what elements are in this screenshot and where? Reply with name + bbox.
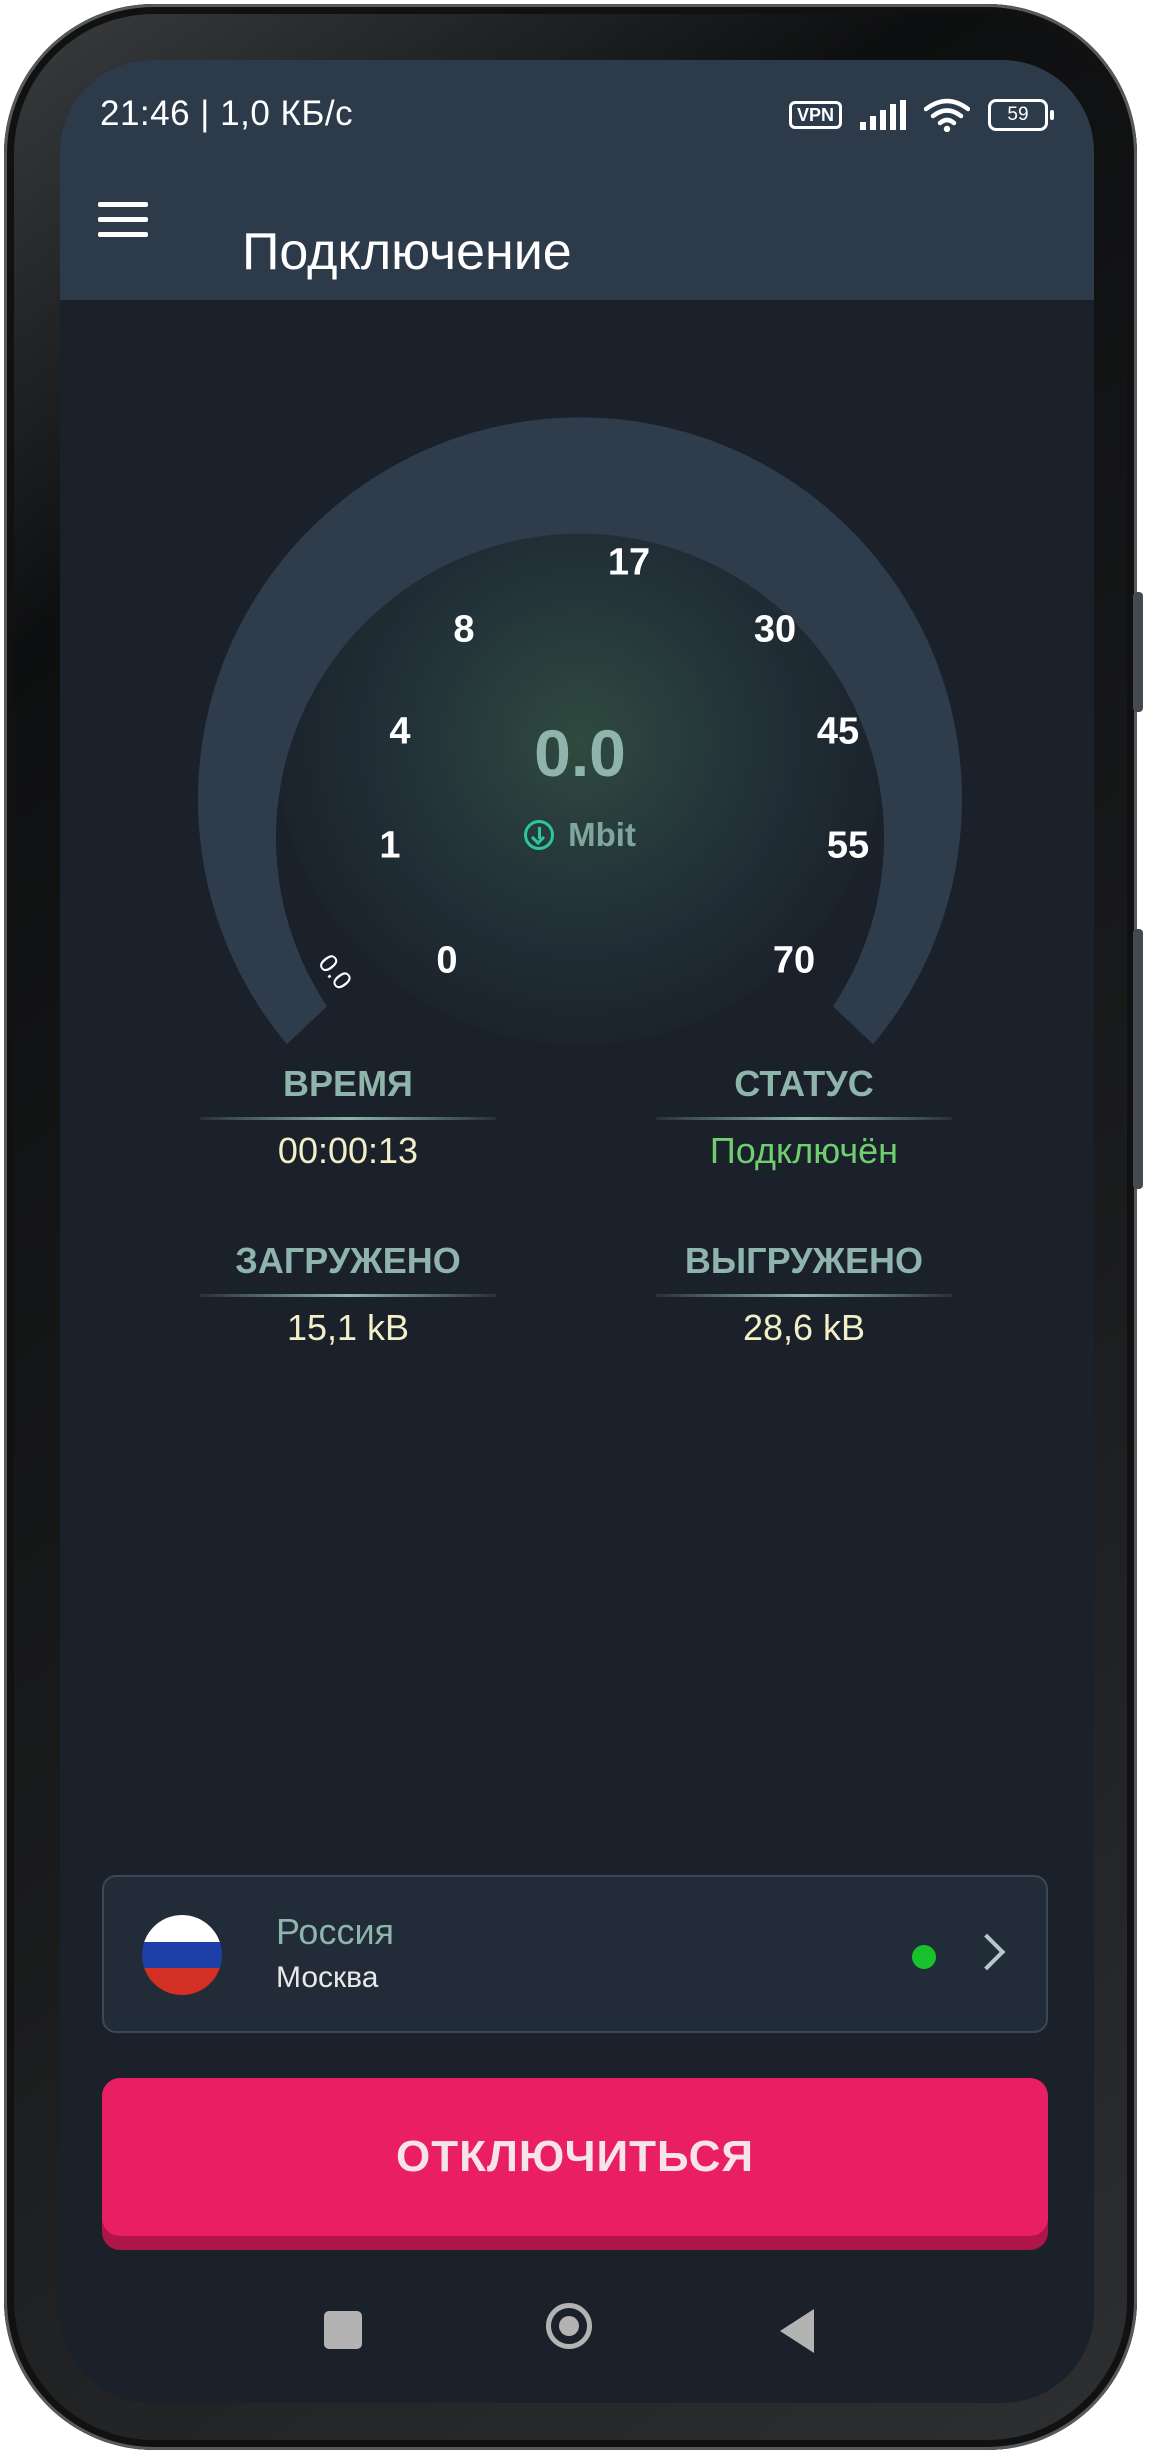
tick-label: 17 — [607, 541, 651, 584]
tick-label: 30 — [753, 608, 797, 651]
server-selector[interactable]: Россия Москва — [102, 1875, 1048, 2033]
speed-unit: Mbit — [190, 816, 970, 854]
downloaded-value: 15,1 kB — [286, 1307, 410, 1348]
status-label: СТАТУС — [656, 1063, 952, 1120]
uploaded-label: ВЫГРУЖЕНО — [656, 1240, 952, 1297]
download-arrow-icon — [524, 820, 555, 850]
vpn-icon: VPN — [788, 101, 842, 129]
recents-button[interactable] — [324, 2311, 362, 2349]
server-city: Москва — [276, 1961, 379, 1994]
phone-frame: 21:46 | 1,0 КБ/с VPN 59 Подключение 0.0 … — [4, 4, 1143, 2450]
status-time-speed: 21:46 | 1,0 КБ/с — [100, 94, 354, 133]
status-icons: VPN 59 — [788, 98, 1054, 132]
speed-unit-label: Mbit — [568, 816, 636, 853]
server-country: Россия — [276, 1911, 395, 1952]
status-value: Подключён — [709, 1130, 899, 1171]
stat-time: ВРЕМЯ 00:00:13 — [200, 1063, 496, 1172]
tick-label: 0 — [436, 939, 458, 982]
speed-gauge: 0.0 0 1 4 8 17 30 45 55 70 0.0 Mbit — [190, 360, 970, 1120]
stat-status: СТАТУС Подключён — [656, 1063, 952, 1172]
back-button[interactable] — [780, 2309, 814, 2353]
stat-downloaded: ЗАГРУЖЕНО 15,1 kB — [200, 1240, 496, 1349]
downloaded-label: ЗАГРУЖЕНО — [200, 1240, 496, 1297]
time-value: 00:00:13 — [277, 1130, 419, 1171]
online-status-icon — [912, 1945, 936, 1969]
menu-icon[interactable] — [98, 202, 148, 242]
chevron-right-icon — [968, 1933, 1006, 1971]
tick-label: 8 — [453, 608, 475, 651]
screen: 21:46 | 1,0 КБ/с VPN 59 Подключение 0.0 … — [60, 60, 1094, 2403]
battery-icon: 59 — [988, 99, 1054, 131]
navigation-bar — [60, 2253, 1094, 2403]
disconnect-button[interactable]: ОТКЛЮЧИТЬСЯ — [102, 2078, 1048, 2236]
uploaded-value: 28,6 kB — [742, 1307, 866, 1348]
power-button — [1133, 929, 1143, 1189]
russia-flag-icon — [142, 1915, 222, 1995]
signal-icon — [860, 100, 906, 130]
home-button[interactable] — [546, 2303, 592, 2349]
tick-label: 70 — [772, 939, 816, 982]
stat-uploaded: ВЫГРУЖЕНО 28,6 kB — [656, 1240, 952, 1349]
volume-button — [1133, 592, 1143, 712]
app-bar: Подключение — [60, 160, 1094, 300]
page-title: Подключение — [242, 223, 572, 281]
speed-value: 0.0 — [534, 716, 626, 790]
wifi-icon — [924, 98, 970, 132]
time-label: ВРЕМЯ — [200, 1063, 496, 1120]
